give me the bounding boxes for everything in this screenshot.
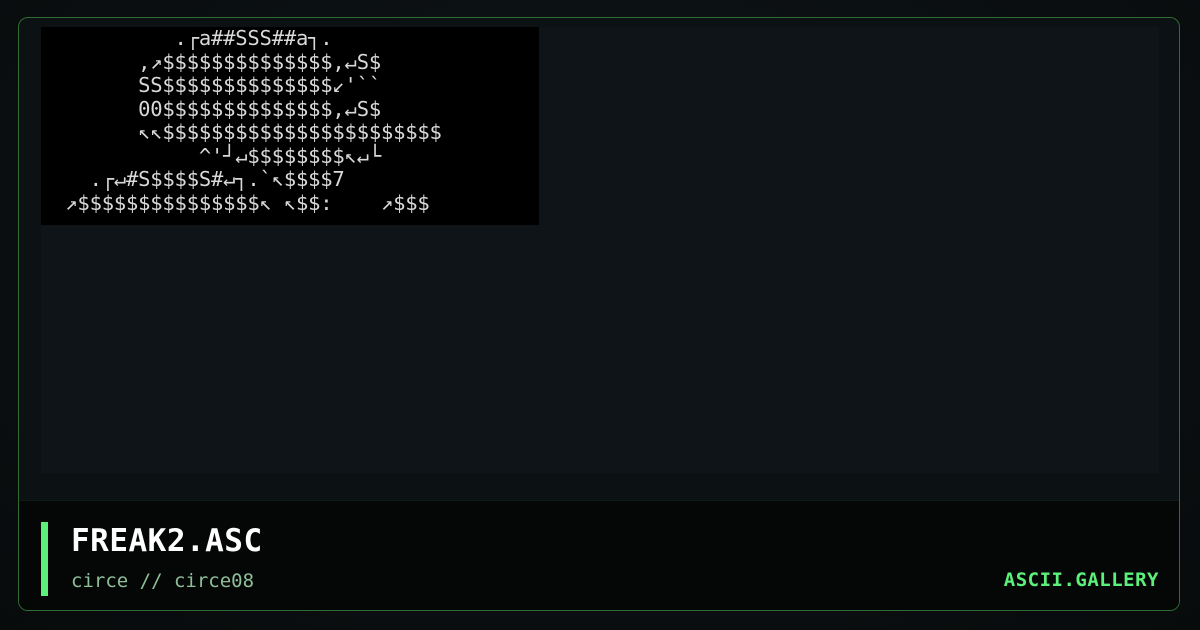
accent-bar xyxy=(41,522,48,596)
artist-byline: circe // circe08 xyxy=(71,570,255,592)
card-frame: .┌a##SSS##a┐. ,↗$$$$$$$$$$$$$$,↵S$ SS$$$… xyxy=(18,17,1180,611)
site-brand[interactable]: ASCII.GALLERY xyxy=(1004,569,1159,591)
art-viewport: .┌a##SSS##a┐. ,↗$$$$$$$$$$$$$$,↵S$ SS$$$… xyxy=(41,27,1159,473)
footer: FREAK2.ASC circe // circe08 ASCII.GALLER… xyxy=(19,500,1179,610)
ascii-art-canvas: .┌a##SSS##a┐. ,↗$$$$$$$$$$$$$$,↵S$ SS$$$… xyxy=(41,27,539,225)
artwork-title: FREAK2.ASC xyxy=(71,523,263,559)
ascii-art-text: .┌a##SSS##a┐. ,↗$$$$$$$$$$$$$$,↵S$ SS$$$… xyxy=(65,27,442,215)
